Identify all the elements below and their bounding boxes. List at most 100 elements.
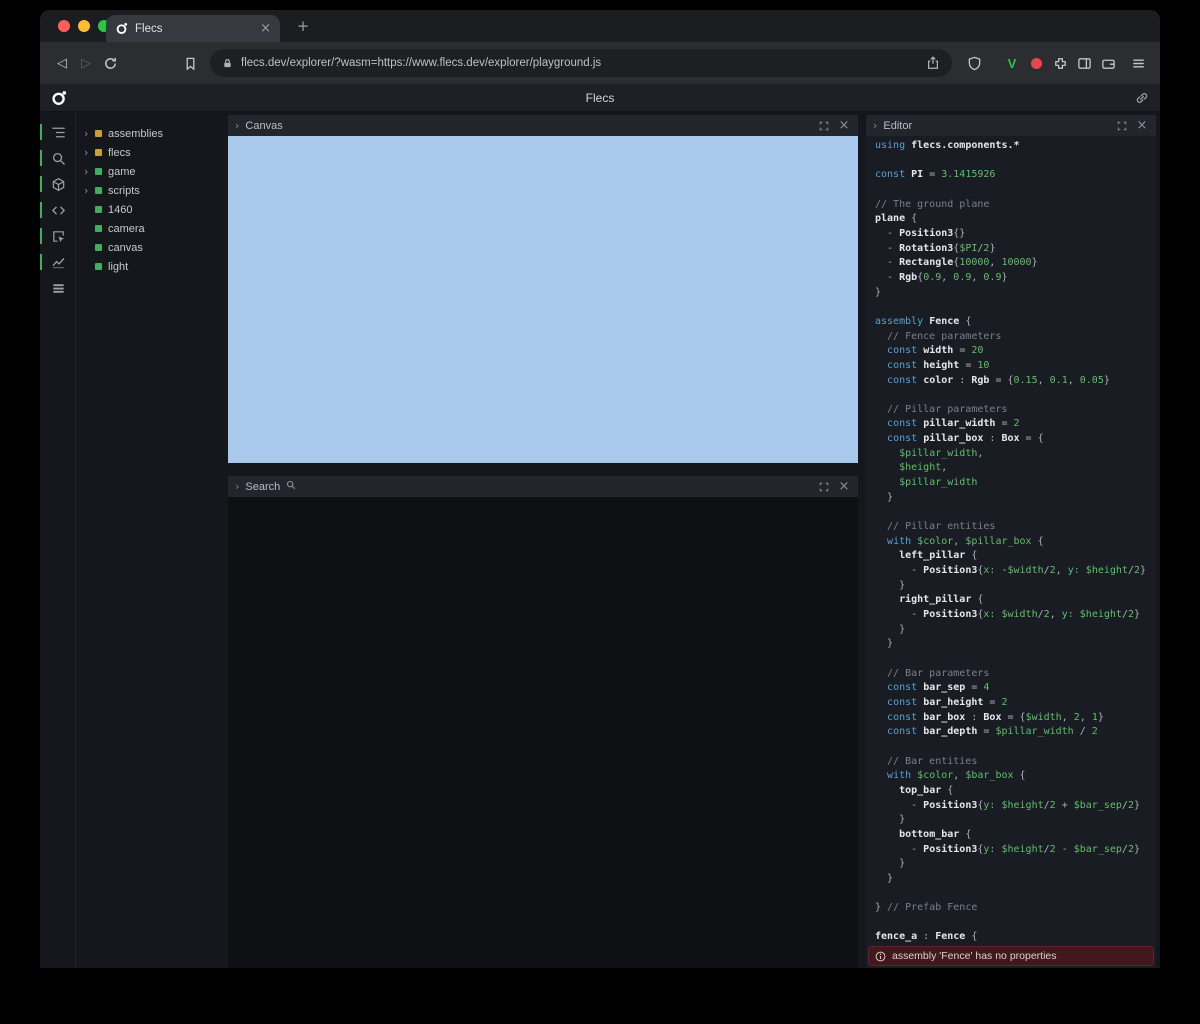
entity-tree: ›assemblies›flecs›game›scripts1460 camera… <box>76 112 222 968</box>
side-panel-icon <box>1077 56 1092 71</box>
tree-icon[interactable] <box>40 124 76 140</box>
bookmark-button[interactable] <box>178 51 202 75</box>
forward-button[interactable]: ▷ <box>74 51 98 75</box>
record-extension-button[interactable] <box>1024 51 1048 75</box>
code-line: const bar_box : Box = {$width, 2, 1} <box>875 711 1156 726</box>
tree-item-flecs[interactable]: ›flecs <box>76 143 222 162</box>
code-line <box>875 154 1156 169</box>
flecs-logo-icon <box>51 90 67 106</box>
expand-panel-button[interactable] <box>817 480 831 494</box>
browser-toolbar: ◁ ▷ flecs.dev/explorer/?wasm=https://www… <box>40 42 1160 84</box>
reload-button[interactable] <box>98 51 122 75</box>
expand-panel-button[interactable] <box>817 119 831 133</box>
page-title: Flecs <box>586 91 615 105</box>
code-line: - Rectangle{10000, 10000} <box>875 256 1156 271</box>
search-icon[interactable] <box>40 150 76 166</box>
tree-item-game[interactable]: ›game <box>76 162 222 181</box>
tree-item-light[interactable]: light <box>76 257 222 276</box>
extensions-button[interactable] <box>1048 51 1072 75</box>
entity-color-square <box>95 225 102 232</box>
tab-strip: Flecs × + <box>40 10 1160 42</box>
shield-button[interactable] <box>962 51 986 75</box>
chevron-icon[interactable]: › <box>235 119 239 132</box>
browser-tab[interactable]: Flecs × <box>106 15 280 42</box>
close-panel-icon[interactable]: × <box>1135 119 1149 133</box>
new-tab-button[interactable]: + <box>294 17 312 35</box>
code-line: // Pillar entities <box>875 520 1156 535</box>
close-panel-icon[interactable]: × <box>837 480 851 494</box>
code-line: with $color, $pillar_box { <box>875 535 1156 550</box>
code-line: // Pillar parameters <box>875 403 1156 418</box>
editor-panel: › Editor × using flecs.components.* cons… <box>866 115 1156 968</box>
code-line <box>875 388 1156 403</box>
expand-arrow-icon[interactable]: › <box>84 127 95 140</box>
window-minimize-button[interactable] <box>78 20 90 32</box>
code-line: - Rotation3{$PI/2} <box>875 242 1156 257</box>
canvas-panel-header[interactable]: › Canvas × <box>228 115 858 136</box>
wallet-button[interactable] <box>1096 51 1120 75</box>
expand-arrow-icon[interactable]: › <box>84 184 95 197</box>
code-line: } <box>875 623 1156 638</box>
canvas-viewport[interactable] <box>228 136 858 463</box>
code-line: const bar_depth = $pillar_width / 2 <box>875 725 1156 740</box>
tree-item-camera[interactable]: camera <box>76 219 222 238</box>
app-header: Flecs <box>40 84 1160 112</box>
editor-code[interactable]: using flecs.components.* const PI = 3.14… <box>866 136 1156 944</box>
cube-icon[interactable] <box>40 176 76 192</box>
inspect-icon[interactable] <box>40 228 76 244</box>
code-line <box>875 183 1156 198</box>
code-line: assembly Fence { <box>875 315 1156 330</box>
menu-button[interactable] <box>1126 51 1150 75</box>
code-line: - Position3{x: $width/2, y: $height/2} <box>875 608 1156 623</box>
chevron-icon[interactable]: › <box>235 480 239 493</box>
window-close-button[interactable] <box>58 20 70 32</box>
tree-item-assemblies[interactable]: ›assemblies <box>76 124 222 143</box>
expand-icon <box>819 121 829 131</box>
tree-item-scripts[interactable]: ›scripts <box>76 181 222 200</box>
back-button[interactable]: ◁ <box>50 51 74 75</box>
address-bar[interactable]: flecs.dev/explorer/?wasm=https://www.fle… <box>210 49 952 77</box>
expand-panel-button[interactable] <box>1115 119 1129 133</box>
side-panel-button[interactable] <box>1072 51 1096 75</box>
v-extension-button[interactable]: V <box>1000 51 1024 75</box>
code-line: const pillar_width = 2 <box>875 417 1156 432</box>
search-panel-header[interactable]: › Search × <box>228 476 858 497</box>
close-panel-icon[interactable]: × <box>837 119 851 133</box>
link-icon[interactable] <box>1134 90 1150 106</box>
canvas-panel-title: Canvas <box>245 120 282 132</box>
share-icon[interactable] <box>926 56 940 70</box>
code-line: } <box>875 872 1156 887</box>
expand-icon <box>819 482 829 492</box>
expand-icon <box>1117 121 1127 131</box>
tree-item-1460[interactable]: 1460 <box>76 200 222 219</box>
entity-color-square <box>95 244 102 251</box>
record-dot-icon <box>1031 58 1042 69</box>
app-content: ›assemblies›flecs›game›scripts1460 camera… <box>40 112 1160 968</box>
editor-panel-header[interactable]: › Editor × <box>866 115 1156 136</box>
code-line: const bar_sep = 4 <box>875 681 1156 696</box>
tab-close-icon[interactable]: × <box>260 22 271 35</box>
url-text[interactable]: flecs.dev/explorer/?wasm=https://www.fle… <box>241 57 918 69</box>
expand-arrow-icon[interactable]: › <box>84 146 95 159</box>
layers-icon[interactable] <box>40 280 76 296</box>
expand-arrow-icon[interactable]: › <box>84 165 95 178</box>
code-line: } <box>875 813 1156 828</box>
lock-icon <box>222 58 233 69</box>
chevron-icon[interactable]: › <box>873 119 877 132</box>
entity-color-square <box>95 168 102 175</box>
code-line: // Bar entities <box>875 755 1156 770</box>
info-circle-icon <box>875 951 886 962</box>
code-line: fence_a : Fence { <box>875 930 1156 944</box>
code-icon[interactable] <box>40 202 76 218</box>
code-line: top_bar { <box>875 784 1156 799</box>
code-line: const bar_height = 2 <box>875 696 1156 711</box>
tree-item-label: camera <box>108 223 145 235</box>
browser-window: Flecs × + ◁ ▷ flecs.dev/explorer/?wasm=h… <box>40 10 1160 968</box>
flecs-favicon-icon <box>115 22 128 35</box>
chart-icon[interactable] <box>40 254 76 270</box>
wallet-icon <box>1101 56 1116 71</box>
code-line: const color : Rgb = {0.15, 0.1, 0.05} <box>875 374 1156 389</box>
entity-color-square <box>95 263 102 270</box>
tree-item-canvas[interactable]: canvas <box>76 238 222 257</box>
code-line <box>875 652 1156 667</box>
